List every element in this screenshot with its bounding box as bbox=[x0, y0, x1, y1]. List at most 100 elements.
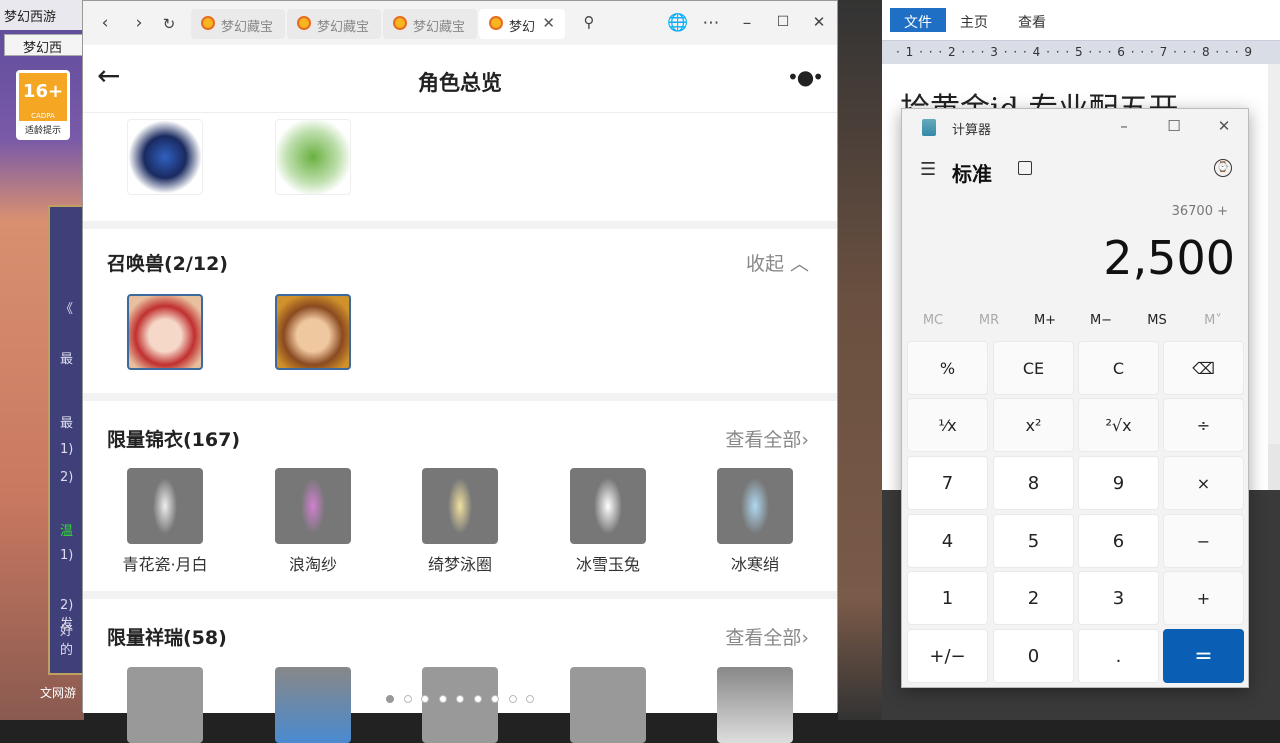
equipment-item[interactable] bbox=[127, 119, 203, 195]
close-window-icon[interactable]: ✕ bbox=[809, 13, 829, 31]
pagination-dot[interactable] bbox=[386, 695, 394, 703]
auspicious-thumb[interactable] bbox=[717, 667, 793, 743]
pagination-dot[interactable] bbox=[456, 695, 464, 703]
key-0-button[interactable]: 0 bbox=[993, 629, 1074, 683]
browser-tab-active[interactable]: 梦幻 ✕ bbox=[479, 9, 565, 39]
link-label: 查看全部 bbox=[725, 627, 802, 649]
browser-tab[interactable]: 梦幻藏宝 bbox=[383, 9, 477, 39]
key-5-button[interactable]: 5 bbox=[993, 514, 1074, 568]
outfit-name: 冰雪玉兔 bbox=[575, 555, 640, 574]
history-icon[interactable]: ⌚ bbox=[1214, 159, 1232, 177]
maximize-icon[interactable]: ☐ bbox=[1164, 117, 1184, 135]
memory-button[interactable]: M˅ bbox=[1185, 313, 1241, 328]
pagination-dot[interactable] bbox=[438, 695, 447, 703]
key-4-button[interactable]: 4 bbox=[907, 514, 988, 568]
key-negate-button[interactable]: +/− bbox=[907, 629, 988, 683]
keep-on-top-icon[interactable] bbox=[1018, 161, 1032, 175]
pagination-dot[interactable] bbox=[421, 695, 429, 703]
minimize-icon[interactable]: – bbox=[737, 13, 757, 33]
key-8-button[interactable]: 8 bbox=[993, 456, 1074, 510]
calculator-app-icon bbox=[922, 119, 936, 136]
browser-tab[interactable]: 梦幻藏宝 bbox=[287, 9, 381, 39]
view-all-link[interactable]: 查看全部› bbox=[725, 623, 809, 650]
more-icon[interactable]: ⋯ bbox=[701, 13, 721, 33]
memory-button[interactable]: MC bbox=[905, 313, 961, 328]
key-square-root-button[interactable]: ²√x bbox=[1078, 398, 1159, 452]
vertical-scrollbar[interactable] bbox=[1268, 64, 1280, 444]
close-tab-icon[interactable]: ✕ bbox=[542, 14, 555, 32]
notice-line: 好的 bbox=[60, 624, 74, 658]
memory-button[interactable]: MR bbox=[961, 313, 1017, 328]
outfit-thumb[interactable] bbox=[275, 468, 351, 544]
key-equals-button[interactable]: = bbox=[1163, 629, 1244, 683]
browser-tab[interactable]: 梦幻藏宝 bbox=[191, 9, 285, 39]
auspicious-thumb[interactable] bbox=[127, 667, 203, 743]
key-clear-button[interactable]: C bbox=[1078, 341, 1159, 395]
view-all-link[interactable]: 查看全部› bbox=[725, 425, 809, 452]
page-header: ← 角色总览 •●• bbox=[83, 45, 837, 113]
calculator-mode: 标准 bbox=[952, 162, 992, 186]
outfit-thumb[interactable] bbox=[717, 468, 793, 544]
key-1-button[interactable]: 1 bbox=[907, 571, 988, 625]
outfit-name: 冰寒绡 bbox=[730, 555, 779, 574]
game-tab[interactable]: 梦幻西 bbox=[4, 34, 84, 56]
key-subtract-button[interactable]: − bbox=[1163, 514, 1244, 568]
forward-nav-icon[interactable]: › bbox=[129, 13, 149, 33]
summon-avatar[interactable] bbox=[127, 294, 203, 370]
outfits-section: 限量锦衣(167) 查看全部› 青花瓷·月白 浪淘纱 绮梦泳圈 冰雪玉兔 冰寒绡 bbox=[83, 401, 837, 591]
memory-button[interactable]: M− bbox=[1073, 313, 1129, 328]
key-percent-button[interactable]: % bbox=[907, 341, 988, 395]
auspicious-thumb[interactable] bbox=[422, 667, 498, 743]
pagination-dot[interactable] bbox=[508, 695, 517, 703]
memory-button[interactable]: MS bbox=[1129, 313, 1185, 328]
auspicious-thumb[interactable] bbox=[275, 667, 351, 743]
key-add-button[interactable]: + bbox=[1163, 571, 1244, 625]
pagination-dot[interactable] bbox=[403, 695, 412, 703]
search-icon[interactable]: ⚲ bbox=[579, 13, 599, 31]
ruler[interactable]: · 1 · · · 2 · · · 3 · · · 4 · · · 5 · · … bbox=[882, 40, 1280, 64]
key-reciprocal-button[interactable]: ⅟x bbox=[907, 398, 988, 452]
pagination-dot[interactable] bbox=[491, 695, 499, 703]
maximize-icon[interactable]: ☐ bbox=[773, 14, 793, 30]
key-multiply-button[interactable]: × bbox=[1163, 456, 1244, 510]
outfit-thumb[interactable] bbox=[127, 468, 203, 544]
outfit-thumb[interactable] bbox=[422, 468, 498, 544]
ribbon-tab-view[interactable]: 查看 bbox=[1006, 8, 1058, 32]
summon-avatar[interactable] bbox=[275, 294, 351, 370]
refresh-icon[interactable]: ↻ bbox=[159, 15, 179, 33]
key-9-button[interactable]: 9 bbox=[1078, 456, 1159, 510]
section-title: 召唤兽(2/12) bbox=[107, 253, 228, 275]
pagination-dot[interactable] bbox=[473, 695, 482, 703]
auspicious-thumb[interactable] bbox=[570, 667, 646, 743]
notice-line: 最 bbox=[60, 352, 74, 367]
key-7-button[interactable]: 7 bbox=[907, 456, 988, 510]
ribbon-tab-home[interactable]: 主页 bbox=[948, 8, 1000, 32]
ribbon-tab-file[interactable]: 文件 bbox=[890, 8, 946, 32]
back-nav-icon[interactable]: ‹ bbox=[95, 13, 115, 33]
tab-favicon-icon bbox=[489, 16, 503, 30]
key-6-button[interactable]: 6 bbox=[1078, 514, 1159, 568]
pagination-dot[interactable] bbox=[526, 695, 534, 703]
memory-button[interactable]: M+ bbox=[1017, 313, 1073, 328]
age-rating-badge: 16+ CADPA 适龄提示 bbox=[16, 70, 70, 140]
collapse-link[interactable]: 收起 ︿ bbox=[746, 249, 809, 276]
close-icon[interactable]: ✕ bbox=[1214, 117, 1234, 135]
key-clear-entry-button[interactable]: CE bbox=[993, 341, 1074, 395]
link-label: 查看全部 bbox=[725, 429, 802, 451]
desktop-background bbox=[838, 0, 882, 720]
key-divide-button[interactable]: ÷ bbox=[1163, 398, 1244, 452]
key-square-button[interactable]: x² bbox=[993, 398, 1074, 452]
key-2-button[interactable]: 2 bbox=[993, 571, 1074, 625]
section-title: 限量祥瑞(58) bbox=[107, 627, 227, 649]
equipment-item[interactable] bbox=[275, 119, 351, 195]
key-3-button[interactable]: 3 bbox=[1078, 571, 1159, 625]
key-decimal-button[interactable]: . bbox=[1078, 629, 1159, 683]
outfit-thumb[interactable] bbox=[570, 468, 646, 544]
minimize-icon[interactable]: – bbox=[1114, 117, 1134, 135]
summons-section: 召唤兽(2/12) 收起 ︿ bbox=[83, 229, 837, 393]
key-backspace-button[interactable]: ⌫ bbox=[1163, 341, 1244, 395]
globe-icon[interactable]: 🌐 bbox=[667, 13, 688, 33]
tab-label: 梦幻藏宝 bbox=[221, 20, 274, 35]
more-options-icon[interactable]: •●• bbox=[787, 65, 824, 89]
menu-icon[interactable]: ☰ bbox=[920, 159, 936, 180]
